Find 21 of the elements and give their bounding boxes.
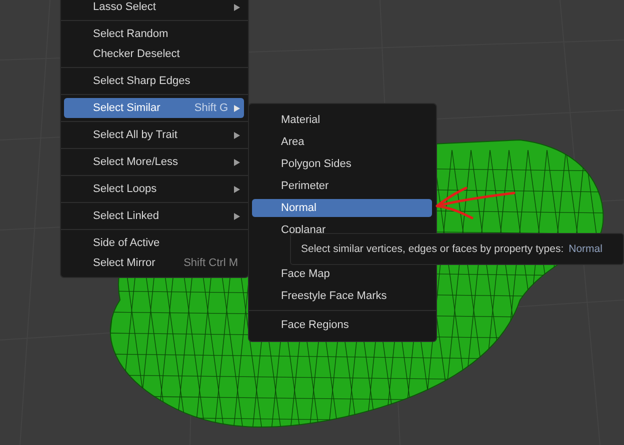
tooltip-text: Select similar vertices, edges or faces by property types: <box>301 243 564 255</box>
menu-item[interactable]: Select More/Less <box>64 152 244 172</box>
menu-item[interactable]: Select Linked <box>64 206 244 226</box>
menu-item[interactable]: Checker Deselect <box>64 44 244 64</box>
menu-item[interactable]: Face Map <box>252 263 432 285</box>
menu-item[interactable]: Freestyle Face Marks <box>252 285 432 307</box>
menu-item[interactable]: Area <box>252 131 432 153</box>
menu-item[interactable]: Normal <box>252 199 432 217</box>
menu-item[interactable]: Select All by Trait <box>64 125 244 145</box>
menu-item[interactable]: Select Similar Shift G <box>64 98 244 118</box>
menu-item[interactable]: Face Regions <box>252 314 432 336</box>
tooltip-value: Normal <box>568 243 602 255</box>
menu-item[interactable]: Side of Active <box>64 233 244 253</box>
menu-item[interactable]: Perimeter <box>252 175 432 197</box>
menu-item[interactable]: Select Mirror Shift Ctrl M <box>64 253 244 273</box>
menu-item[interactable]: Select Random <box>64 24 244 44</box>
menu-item[interactable]: Lasso Select <box>64 0 244 17</box>
menu-item[interactable]: Select Loops <box>64 179 244 199</box>
menu-item[interactable]: Select Sharp Edges <box>64 71 244 91</box>
menu-item[interactable]: Material <box>252 109 432 131</box>
menu-item[interactable]: Polygon Sides <box>252 153 432 175</box>
